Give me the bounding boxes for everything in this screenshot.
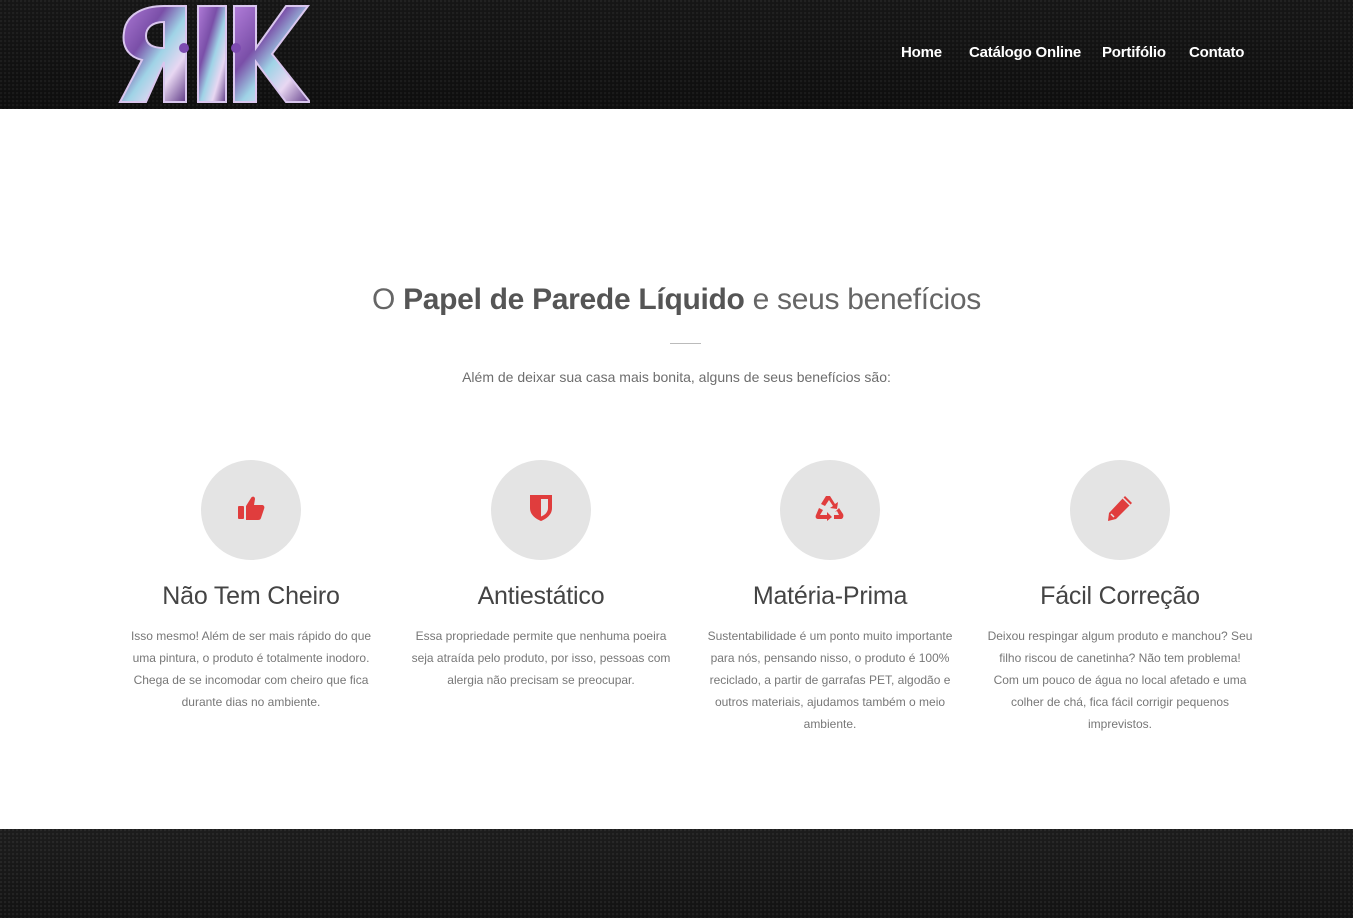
feature-title: Antiestático [477,582,605,610]
thumbs-up-icon [237,495,265,526]
section-title: O Papel de Parede Líquido e seus benefíc… [0,283,1353,317]
feature-materia-prima: Matéria-Prima Sustentabilidade é um pont… [690,460,970,735]
nav-catalogo-online[interactable]: Catálogo Online [969,44,1081,61]
feature-text: Sustentabilidade é um ponto muito import… [707,629,953,731]
section-title-bold: Papel de Parede Líquido [403,283,745,316]
recycle-icon [815,494,845,527]
site-header: Home Catálogo Online Portifólio Contato [0,0,1353,109]
main-nav: Home Catálogo Online Portifólio Contato [0,44,1353,66]
feature-icon-circle [201,460,301,560]
nav-contato[interactable]: Contato [1189,44,1244,61]
nav-portifolio[interactable]: Portifólio [1102,44,1166,61]
nav-home[interactable]: Home [901,44,942,61]
feature-antiestatico: Antiestático Essa propriedade permite qu… [401,460,681,691]
feature-text: Isso mesmo! Além de ser mais rápido do q… [130,629,372,709]
section-title-post: e seus benefícios [744,283,982,316]
shield-icon [529,494,553,527]
pencil-icon [1106,494,1134,527]
title-divider [670,343,701,344]
feature-icon-circle [1070,460,1170,560]
section-subtitle: Além de deixar sua casa mais bonita, alg… [462,369,891,385]
section-title-pre: O [371,283,404,316]
feature-text: Deixou respingar algum produto e manchou… [987,629,1253,731]
feature-icon-circle [780,460,880,560]
feature-title: Fácil Correção [1040,582,1200,610]
feature-title: Matéria-Prima [752,582,908,610]
feature-text: Essa propriedade permite que nenhuma poe… [411,629,671,687]
feature-nao-tem-cheiro: Não Tem Cheiro Isso mesmo! Além de ser m… [111,460,391,713]
feature-facil-correcao: Fácil Correção Deixou respingar algum pr… [980,460,1260,735]
feature-icon-circle [491,460,591,560]
site-footer [0,829,1353,918]
feature-title: Não Tem Cheiro [162,582,340,610]
